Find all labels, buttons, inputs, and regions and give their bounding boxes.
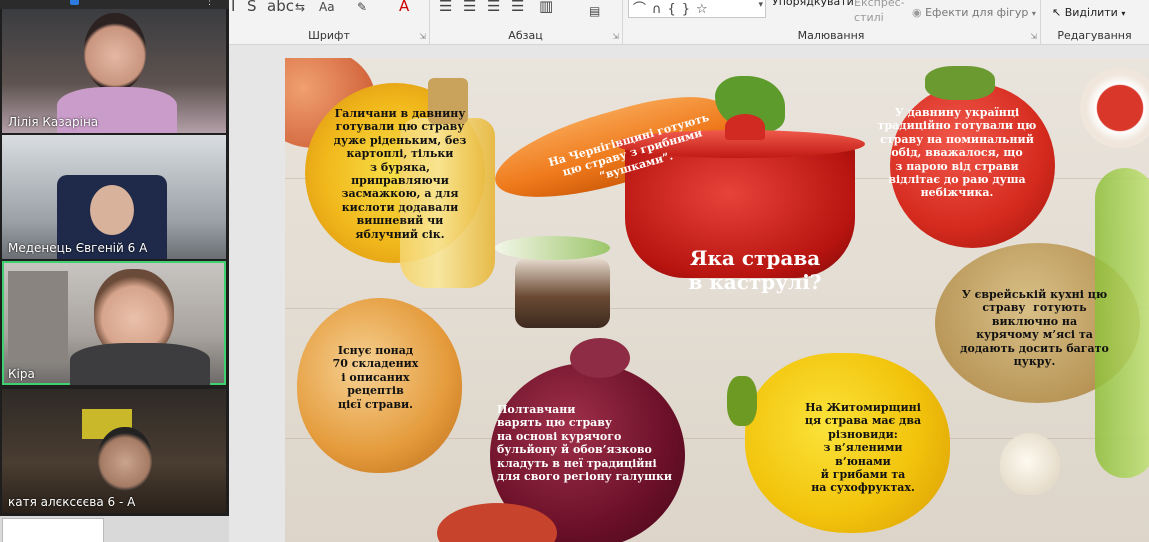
ribbon-group-editing: ↖ Виділити ▾ Редагування (1040, 0, 1149, 44)
font-group-label: Шрифт (308, 29, 350, 42)
participant-video (98, 427, 152, 491)
shape-effects-icon: ◉ (912, 6, 922, 19)
participant-name: Меденець Євгеній 6 А (8, 241, 148, 255)
participant-video-face (90, 185, 134, 235)
pepper-stem-image (727, 376, 757, 426)
garlic-image (1000, 433, 1060, 495)
galicia-fact-text: Галичани в давнину готували цю страву ду… (333, 107, 467, 241)
shape-effects-label: Ефекти для фігур (925, 6, 1029, 19)
zhytomyr-fact-text: На Житомирщині ця страва має два різнови… (804, 401, 922, 495)
panel-menu-icon[interactable]: ⋮ (205, 0, 214, 7)
participant-tile-active-speaker[interactable]: Кіра (2, 261, 226, 385)
italic-icon[interactable]: I (231, 0, 235, 15)
video-participants-panel: ⋮ Лілія Казаріна Меденець Євгеній 6 А Кі… (0, 0, 229, 516)
participant-name: Кіра (8, 367, 35, 381)
clear-formatting-icon[interactable]: ✎ (357, 0, 367, 14)
jewish-fact-text: У єврейській кухні цю страву готують вик… (960, 288, 1109, 369)
chevron-down-icon: ▾ (1031, 9, 1036, 18)
participant-name: катя алєксєєва 6 - А (8, 495, 136, 509)
participant-video-body (70, 343, 210, 385)
tomato-leaves-image (925, 66, 995, 100)
gallery-more-icon[interactable]: ▾ (758, 0, 763, 10)
slide-thumbnails-strip (0, 516, 229, 542)
participant-background (8, 271, 68, 361)
slide-canvas[interactable]: Галичани в давнину готували цю страву ду… (285, 58, 1149, 542)
justify-icon[interactable]: ☰ (511, 0, 524, 15)
arrange-button[interactable]: Упорядкувати (772, 0, 854, 8)
slide-title: Яка страва в каструлі? (688, 246, 822, 295)
poltava-fact-text: Полтавчани варять цю страву на основі ку… (497, 403, 673, 484)
columns-icon[interactable]: ▥ (539, 0, 553, 15)
shape-effects-button[interactable]: ◉ Ефекти для фігур ▾ (912, 6, 1036, 19)
font-color-icon[interactable]: A (399, 0, 409, 15)
bread-salo-image (515, 258, 610, 328)
select-label: Виділити (1064, 6, 1118, 19)
ribbon-group-drawing: ⌒∩{}☆ ▾ Упорядкувати Експрес- стилі ◉ Еф… (622, 0, 1041, 44)
slide-thumbnail[interactable] (2, 518, 104, 542)
align-center-icon[interactable]: ☰ (463, 0, 476, 15)
paragraph-group-label: Абзац (508, 29, 543, 42)
participant-tile[interactable]: Лілія Казаріна (2, 9, 226, 133)
select-button[interactable]: ↖ Виділити ▾ (1052, 6, 1125, 19)
ribbon-group-paragraph: ☰ ☰ ☰ ☰ ▥ ▤ Абзац ⇲ (429, 0, 623, 44)
chevron-down-icon: ▾ (1121, 9, 1126, 18)
express-styles-button[interactable]: Експрес- стилі (854, 0, 905, 25)
borscht-bowl-image (1080, 68, 1149, 148)
dialog-launcher-icon[interactable]: ⇲ (612, 32, 619, 41)
cursor-arrow-icon: ↖ (1052, 6, 1062, 19)
smartart-icon[interactable]: ▤ (589, 4, 600, 18)
text-shadow-icon[interactable]: abc (267, 0, 294, 15)
change-case-icon[interactable]: Aa (319, 0, 335, 14)
strikethrough-icon[interactable]: S (247, 0, 257, 15)
align-left-icon[interactable]: ☰ (439, 0, 452, 15)
dialog-launcher-icon[interactable]: ⇲ (419, 32, 426, 41)
participant-name: Лілія Казаріна (8, 115, 99, 129)
participant-video (84, 13, 146, 91)
ribbon-group-font: I S abc ⇆ Aa ✎ A Шрифт ⇲ (229, 0, 430, 44)
beet-stems-image (570, 338, 630, 378)
participant-tile[interactable]: катя алєксєєва 6 - А (2, 389, 226, 513)
pot-lid-knob-image (725, 114, 765, 140)
drawing-group-label: Малювання (797, 29, 865, 42)
shapes-gallery[interactable]: ⌒∩{}☆ ▾ (628, 0, 766, 18)
align-right-icon[interactable]: ☰ (487, 0, 500, 15)
variants-fact-text: Існує понад 70 складених і описаних реце… (332, 344, 419, 411)
panel-toolbar: ⋮ (0, 0, 229, 9)
green-onion-image (495, 236, 610, 260)
dialog-launcher-icon[interactable]: ⇲ (1030, 32, 1037, 41)
char-spacing-icon[interactable]: ⇆ (295, 0, 305, 14)
editing-group-label: Редагування (1057, 29, 1132, 42)
memorial-fact-text: У давнину українці традиційно готували ц… (877, 106, 1037, 200)
shape-glyphs-icon: ⌒∩{}☆ (633, 2, 714, 17)
participant-tile[interactable]: Меденець Євгеній 6 А (2, 135, 226, 259)
toolbar-icon[interactable] (70, 0, 79, 5)
